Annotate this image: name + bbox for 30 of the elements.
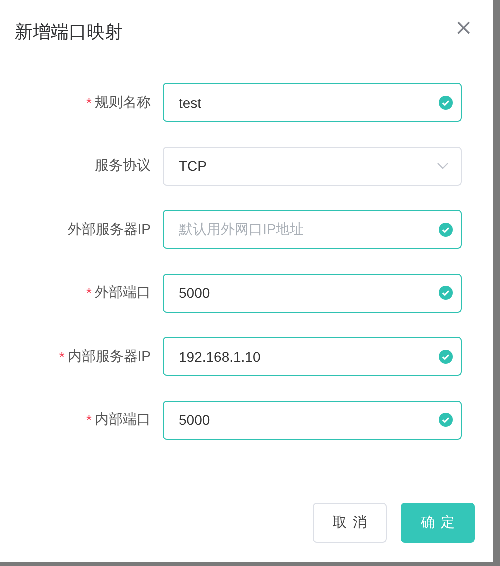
field-label: 规则名称 — [95, 94, 151, 112]
check-circle-icon — [439, 222, 453, 236]
field-label: 外部服务器IP — [68, 220, 151, 238]
cancel-button[interactable]: 取消 — [313, 502, 387, 542]
field-value: TCP — [179, 158, 207, 174]
check-circle-icon — [439, 286, 453, 300]
check-circle-icon — [439, 413, 453, 427]
dialog-title: 新增端口映射 — [15, 21, 123, 44]
check-circle-icon — [439, 350, 453, 364]
required-mark: * — [59, 348, 65, 364]
required-mark: * — [86, 94, 92, 110]
field-value: test — [179, 94, 202, 110]
field-value: 5000 — [179, 285, 210, 301]
input-field[interactable]: test — [163, 83, 462, 122]
input-field[interactable]: 5000 — [163, 274, 462, 312]
protocol-select[interactable]: TCP — [163, 146, 462, 186]
field-label: 内部端口 — [95, 411, 151, 429]
field-value: 5000 — [179, 412, 210, 428]
input-field[interactable]: 192.168.1.10 — [163, 337, 462, 376]
chevron-down-icon — [437, 162, 449, 170]
field-label: 服务协议 — [95, 157, 151, 175]
field-placeholder: 默认用外网口IP地址 — [179, 220, 304, 238]
close-button[interactable]: × — [454, 20, 473, 38]
input-field[interactable]: 5000 — [163, 400, 462, 440]
field-label: 外部端口 — [95, 284, 151, 302]
field-value: 192.168.1.10 — [179, 348, 261, 364]
required-mark: * — [86, 285, 92, 301]
required-mark: * — [86, 412, 92, 428]
field-label: 内部服务器IP — [68, 348, 151, 366]
check-circle-icon — [439, 96, 453, 110]
